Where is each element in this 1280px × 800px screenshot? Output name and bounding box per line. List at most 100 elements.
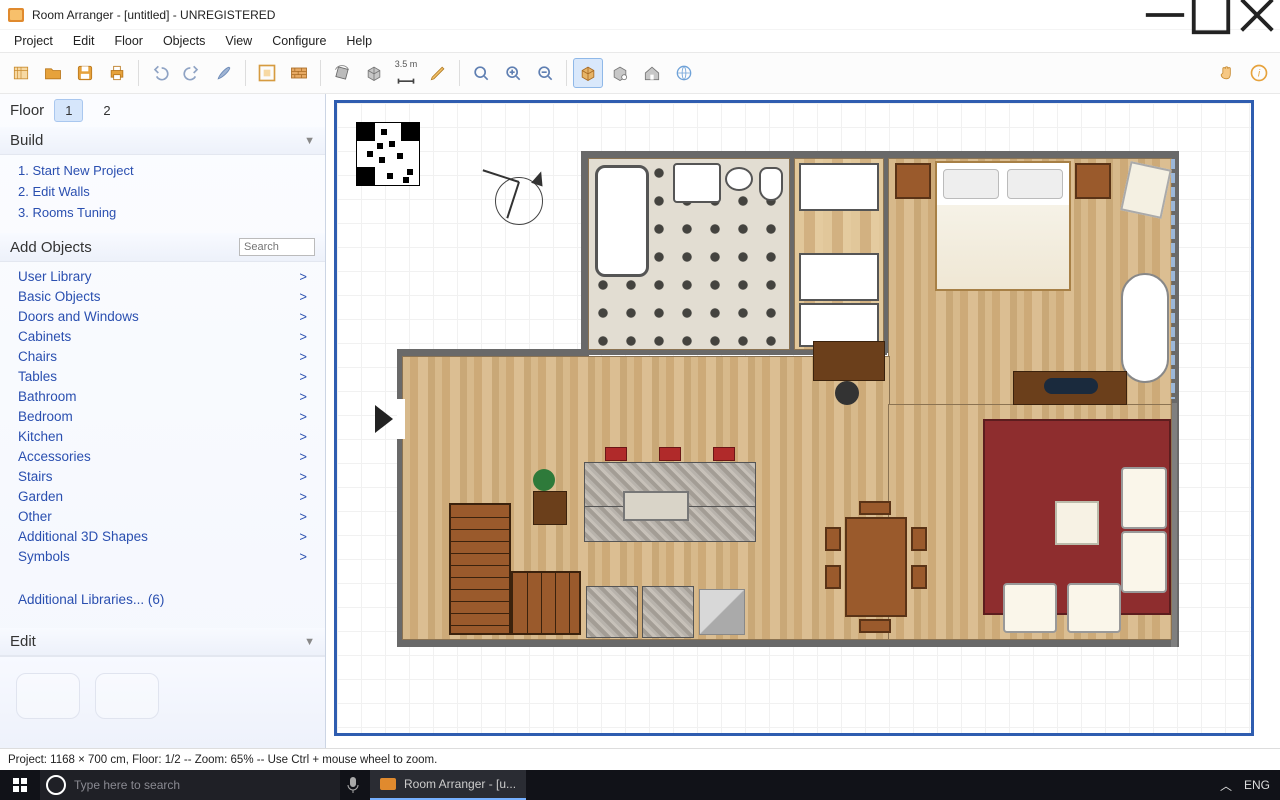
- pencil-button[interactable]: [423, 58, 453, 88]
- view-3d-button[interactable]: [573, 58, 603, 88]
- undo-button[interactable]: [145, 58, 175, 88]
- door-opening[interactable]: [397, 399, 405, 439]
- wall[interactable]: [1171, 403, 1177, 647]
- cat-bedroom[interactable]: Bedroom>: [10, 406, 315, 426]
- stool[interactable]: [659, 447, 681, 461]
- side-table[interactable]: [533, 491, 567, 525]
- minimize-button[interactable]: [1142, 0, 1188, 30]
- add-wall-button[interactable]: [284, 58, 314, 88]
- cat-user-library[interactable]: User Library>: [10, 266, 315, 286]
- dining-chair[interactable]: [825, 527, 841, 551]
- cat-cabinets[interactable]: Cabinets>: [10, 326, 315, 346]
- box3d-button[interactable]: [359, 58, 389, 88]
- cat-kitchen[interactable]: Kitchen>: [10, 426, 315, 446]
- stool[interactable]: [605, 447, 627, 461]
- redo-button[interactable]: [177, 58, 207, 88]
- plant[interactable]: [533, 469, 555, 491]
- open-button[interactable]: [38, 58, 68, 88]
- coffee-table[interactable]: [1055, 501, 1099, 545]
- walkthrough-button[interactable]: [605, 58, 635, 88]
- kitchen-sink[interactable]: [623, 491, 689, 521]
- cat-chairs[interactable]: Chairs>: [10, 346, 315, 366]
- tray-up-icon[interactable]: ︿: [1220, 777, 1232, 794]
- bathroom-counter[interactable]: [673, 163, 721, 203]
- taskbar-search[interactable]: Type here to search: [40, 770, 340, 800]
- menu-floor[interactable]: Floor: [106, 32, 150, 50]
- info-button[interactable]: i: [1244, 58, 1274, 88]
- nightstand[interactable]: [895, 163, 931, 199]
- cat-tables[interactable]: Tables>: [10, 366, 315, 386]
- print-button[interactable]: [102, 58, 132, 88]
- floor-tab-2[interactable]: 2: [93, 100, 120, 121]
- bathroom-sink[interactable]: [725, 167, 753, 191]
- cat-3d-shapes[interactable]: Additional 3D Shapes>: [10, 526, 315, 546]
- armchair[interactable]: [1003, 583, 1057, 633]
- armchair[interactable]: [1067, 583, 1121, 633]
- canvas-area[interactable]: [326, 94, 1280, 748]
- tile-block[interactable]: [699, 589, 745, 635]
- house-button[interactable]: [637, 58, 667, 88]
- cat-basic-objects[interactable]: Basic Objects>: [10, 286, 315, 306]
- additional-libraries-link[interactable]: Additional Libraries... (6): [0, 574, 325, 615]
- bed[interactable]: [935, 161, 1071, 291]
- sofa-section[interactable]: [1121, 467, 1167, 529]
- search-input[interactable]: [239, 238, 315, 256]
- window[interactable]: [1171, 159, 1175, 399]
- tile-block[interactable]: [587, 587, 637, 637]
- build-rooms-tuning[interactable]: 3. Rooms Tuning: [12, 202, 313, 223]
- edit-section-header[interactable]: Edit ▼: [0, 628, 325, 656]
- cat-other[interactable]: Other>: [10, 506, 315, 526]
- cat-doors-windows[interactable]: Doors and Windows>: [10, 306, 315, 326]
- menu-edit[interactable]: Edit: [65, 32, 103, 50]
- dining-chair[interactable]: [859, 619, 891, 633]
- zoom-fit-button[interactable]: [466, 58, 496, 88]
- menu-objects[interactable]: Objects: [155, 32, 213, 50]
- desk[interactable]: [813, 341, 885, 381]
- floor-tab-1[interactable]: 1: [54, 99, 83, 122]
- sofa-section[interactable]: [1121, 531, 1167, 593]
- pan-hand-button[interactable]: [1212, 58, 1242, 88]
- floor-lamp[interactable]: [1121, 273, 1169, 383]
- mic-icon[interactable]: [340, 770, 366, 800]
- taskbar-app[interactable]: Room Arranger - [u...: [370, 770, 526, 800]
- dining-chair[interactable]: [825, 565, 841, 589]
- tray-lang[interactable]: ENG: [1244, 778, 1270, 792]
- cat-garden[interactable]: Garden>: [10, 486, 315, 506]
- nightstand[interactable]: [1075, 163, 1111, 199]
- system-tray[interactable]: ︿ ENG: [1210, 777, 1280, 794]
- toilet[interactable]: [759, 167, 783, 201]
- rotate-button[interactable]: [327, 58, 357, 88]
- cat-accessories[interactable]: Accessories>: [10, 446, 315, 466]
- dining-chair[interactable]: [911, 565, 927, 589]
- build-edit-walls[interactable]: 2. Edit Walls: [12, 181, 313, 202]
- wall[interactable]: [397, 349, 589, 357]
- edit-walls-button[interactable]: [252, 58, 282, 88]
- wall[interactable]: [581, 151, 1177, 159]
- zoom-out-button[interactable]: [530, 58, 560, 88]
- menu-configure[interactable]: Configure: [264, 32, 334, 50]
- dining-table[interactable]: [845, 517, 907, 617]
- brush-button[interactable]: [209, 58, 239, 88]
- build-section-header[interactable]: Build ▼: [0, 127, 325, 155]
- stairs[interactable]: [449, 503, 511, 635]
- desk-chair[interactable]: [835, 381, 859, 405]
- stool[interactable]: [713, 447, 735, 461]
- build-start-new[interactable]: 1. Start New Project: [12, 160, 313, 181]
- dining-chair[interactable]: [911, 527, 927, 551]
- dining-chair[interactable]: [859, 501, 891, 515]
- menu-view[interactable]: View: [217, 32, 260, 50]
- wall[interactable]: [581, 151, 589, 355]
- closet-shelf[interactable]: [799, 253, 879, 301]
- tv-stand[interactable]: [1013, 371, 1127, 405]
- cat-symbols[interactable]: Symbols>: [10, 546, 315, 566]
- tile-block[interactable]: [643, 587, 693, 637]
- export-button[interactable]: [669, 58, 699, 88]
- measure-button[interactable]: 3.5 m: [391, 58, 421, 88]
- new-project-button[interactable]: [6, 58, 36, 88]
- stairs-landing[interactable]: [511, 571, 581, 635]
- closet-shelf[interactable]: [799, 163, 879, 211]
- floor-plan-canvas[interactable]: [334, 100, 1254, 736]
- menu-project[interactable]: Project: [6, 32, 61, 50]
- bathtub[interactable]: [595, 165, 649, 277]
- zoom-in-button[interactable]: [498, 58, 528, 88]
